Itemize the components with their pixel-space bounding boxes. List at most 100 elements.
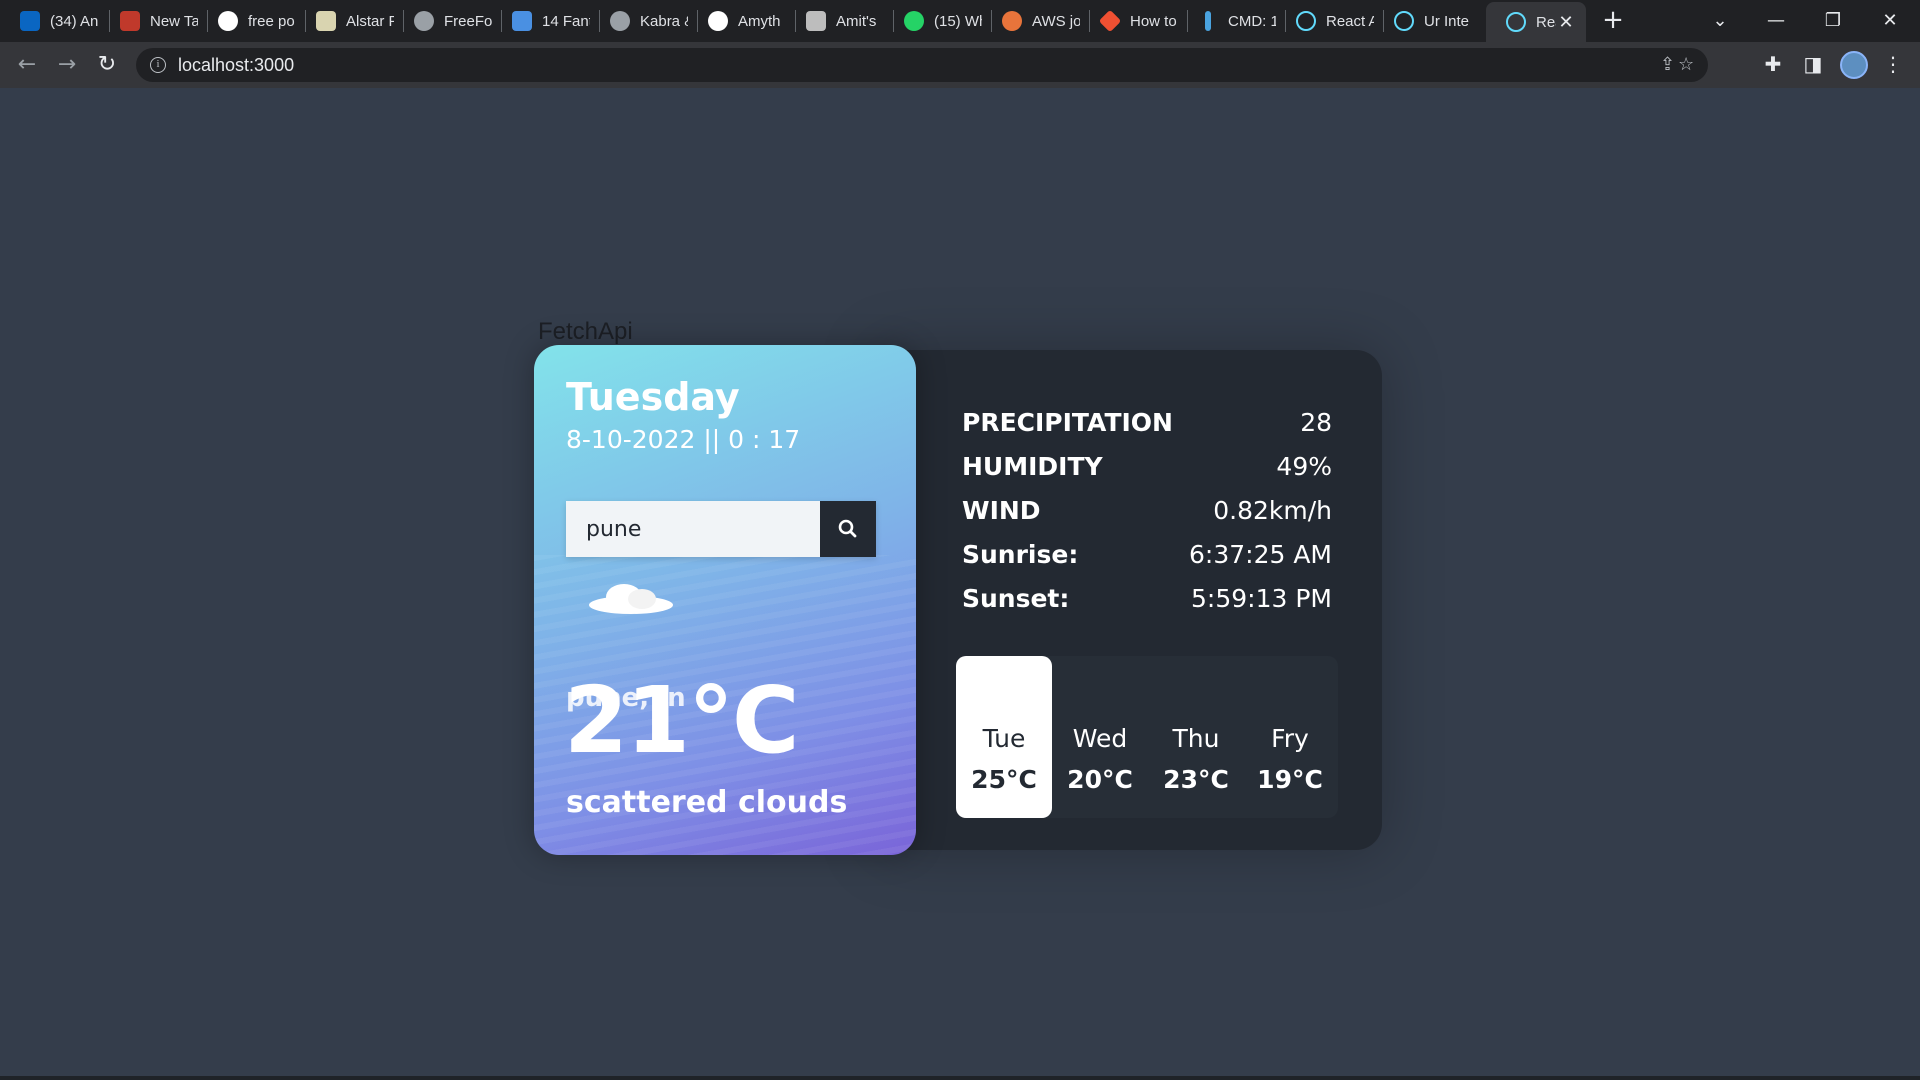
forecast-day[interactable]: Wed 20°C [1052, 656, 1148, 818]
stat-value: 28 [1300, 407, 1332, 437]
forecast-day-temp: 23°C [1163, 765, 1229, 794]
tab-title: (34) An [50, 12, 98, 30]
weather-card: Tuesday 8-10-2022 || 0 : 17 pune, in 21°… [534, 345, 916, 855]
browser-tab[interactable]: React A [1276, 4, 1374, 38]
profile-avatar[interactable] [1840, 51, 1868, 79]
stat-label: PRECIPITATION [962, 407, 1173, 437]
forecast-day-name: Wed [1072, 724, 1128, 753]
browser-tab[interactable]: (15) Wh [884, 4, 982, 38]
side-panel-icon[interactable]: ◨ [1800, 52, 1826, 76]
current-temperature: 21°C [564, 667, 800, 774]
reload-icon[interactable]: ↻ [92, 50, 122, 80]
browser-tab[interactable]: Amyth [688, 4, 786, 38]
stat-value: 49% [1276, 451, 1332, 481]
forecast-day-name: Fry [1271, 724, 1309, 753]
back-arrow-icon[interactable]: ← [12, 50, 42, 80]
github-icon [708, 11, 728, 31]
tab-search-icon[interactable]: ⌄ [1700, 4, 1740, 38]
google-icon [218, 11, 238, 31]
react-icon [1296, 11, 1316, 31]
globe-icon [414, 11, 434, 31]
weather-info-panel: PRECIPITATION 28 HUMIDITY 49% WIND 0.82k… [880, 350, 1382, 850]
stat-value: 0.82km/h [1213, 495, 1332, 525]
address-bar[interactable]: i localhost:3000 ⇪ ☆ [136, 48, 1708, 82]
extensions-icon[interactable]: ✚ [1760, 52, 1786, 76]
tab-title: free po [248, 12, 295, 30]
share-icon[interactable]: ⇪ [1660, 54, 1675, 75]
forecast-day[interactable]: Tue 25°C [956, 656, 1052, 818]
browser-toolbar: ← → ↻ i localhost:3000 ⇪ ☆ ✚ ◨ ⋮ [0, 42, 1920, 88]
stat-label: WIND [962, 495, 1041, 525]
current-date-time: 8-10-2022 || 0 : 17 [566, 425, 801, 454]
browser-tab[interactable]: Alstar F [296, 4, 394, 38]
cloud-icon [1002, 11, 1022, 31]
tab-title: Rea [1536, 13, 1556, 31]
tab-title: FreeFo [444, 12, 492, 30]
minimize-button[interactable]: — [1756, 4, 1796, 38]
card-icon [316, 11, 336, 31]
close-tab-icon[interactable]: ✕ [1556, 12, 1576, 33]
tab-title: Amyth [738, 12, 781, 30]
stat-value: 6:37:25 AM [1189, 539, 1332, 569]
browser-tab[interactable]: Kabra & [590, 4, 688, 38]
forecast-day-temp: 19°C [1257, 765, 1323, 794]
browser-tab[interactable]: free po [198, 4, 296, 38]
person-icon [1205, 11, 1211, 31]
close-window-button[interactable]: ✕ [1870, 4, 1910, 38]
tab-title: React A [1326, 12, 1374, 30]
tab-title: How to [1130, 12, 1177, 30]
tab-title: Ur Inte [1424, 12, 1470, 30]
stat-sunset: Sunset: 5:59:13 PM [962, 576, 1332, 620]
browser-tab-active[interactable]: Rea ✕ [1486, 2, 1586, 42]
tab-title: 14 Fant [542, 12, 590, 30]
stat-precipitation: PRECIPITATION 28 [962, 400, 1332, 444]
forecast-day-name: Tue [982, 724, 1026, 753]
forecast-day-temp: 25°C [971, 765, 1037, 794]
whatsapp-icon [904, 11, 924, 31]
info-icon[interactable]: i [150, 57, 166, 73]
restore-button[interactable]: ❐ [1813, 4, 1853, 38]
stat-sunrise: Sunrise: 6:37:25 AM [962, 532, 1332, 576]
browser-tab[interactable]: CMD: 1 [1178, 4, 1276, 38]
search-button[interactable] [820, 501, 876, 557]
cloud-icon [589, 584, 673, 614]
git-icon [1098, 9, 1122, 33]
browser-tab[interactable]: FreeFo [394, 4, 492, 38]
page-title: FetchApi [538, 318, 633, 345]
browser-tab[interactable]: New Ta [100, 4, 198, 38]
forecast-day-temp: 20°C [1067, 765, 1133, 794]
city-search-input[interactable] [566, 501, 820, 557]
wolf-icon [120, 11, 140, 31]
bottom-divider [0, 1076, 1920, 1080]
url-text[interactable]: localhost:3000 [178, 55, 294, 76]
stat-label: Sunrise: [962, 539, 1079, 569]
tab-title: New Ta [150, 12, 198, 30]
forecast-day[interactable]: Thu 23°C [1148, 656, 1244, 818]
tab-title: AWS jo [1032, 12, 1080, 30]
new-tab-button[interactable]: + [1598, 6, 1628, 36]
tab-title: Amit's [836, 12, 877, 30]
linkedin-icon [20, 11, 40, 31]
globe-icon [610, 11, 630, 31]
stat-value: 5:59:13 PM [1191, 583, 1332, 613]
forecast-day[interactable]: Fry 19°C [1242, 656, 1338, 818]
weather-stats: PRECIPITATION 28 HUMIDITY 49% WIND 0.82k… [962, 400, 1332, 620]
forecast-day-name: Thu [1172, 724, 1220, 753]
menu-kebab-icon[interactable]: ⋮ [1880, 52, 1906, 76]
react-icon [1394, 11, 1414, 31]
stat-label: Sunset: [962, 583, 1070, 613]
browser-tab[interactable]: AWS jo [982, 4, 1080, 38]
bookmark-star-icon[interactable]: ☆ [1678, 54, 1694, 75]
v-icon [806, 11, 826, 31]
browser-tab-bar: (34) An New Ta free po Alstar F FreeFo 1… [0, 0, 1920, 42]
browser-tab[interactable]: Amit's [786, 4, 884, 38]
download-icon [512, 11, 532, 31]
browser-tab[interactable]: How to [1080, 4, 1178, 38]
browser-tab[interactable]: 14 Fant [492, 4, 590, 38]
forward-arrow-icon[interactable]: → [52, 50, 82, 80]
tab-title: (15) Wh [934, 12, 982, 30]
search-icon [838, 519, 857, 538]
browser-tab[interactable]: Ur Inte [1374, 4, 1472, 38]
browser-tab[interactable]: (34) An [0, 4, 98, 38]
city-search [566, 501, 876, 557]
